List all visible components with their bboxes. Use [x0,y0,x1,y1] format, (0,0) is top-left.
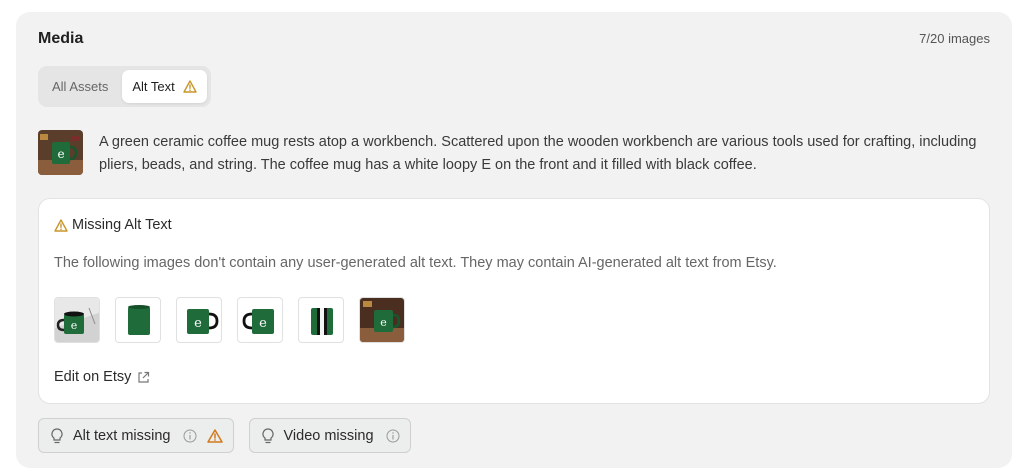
missing-alt-text-heading: Missing Alt Text [54,217,172,233]
external-link-icon [137,371,150,384]
warning-triangle-icon [206,428,223,443]
panel-heading-text: Missing Alt Text [72,217,172,233]
alt-text-row: e A green ceramic coffee mug rests atop … [38,130,988,177]
tab-label: Alt Text [132,79,175,94]
lightbulb-icon [261,427,274,444]
image-thumbnail[interactable] [298,297,344,343]
svg-text:e: e [380,316,387,329]
lightbulb-icon [51,427,63,444]
media-title: Media [38,30,84,47]
badge-label: Alt text missing [73,427,171,444]
svg-text:e: e [57,147,64,161]
warning-triangle-icon [183,80,197,93]
svg-text:e: e [194,316,202,331]
image-thumbnail[interactable]: e [176,297,222,343]
missing-alt-text-message: The following images don't contain any u… [54,255,777,271]
main-image-thumbnail[interactable]: e [38,130,83,175]
tab-alt-text[interactable]: Alt Text [122,70,207,103]
image-thumbnail[interactable]: e [54,297,100,343]
info-icon[interactable] [386,429,400,443]
tab-label: All Assets [52,79,109,94]
svg-text:e: e [71,319,78,332]
alt-text-missing-badge[interactable]: Alt text missing [38,418,234,453]
alt-text-description: A green ceramic coffee mug rests atop a … [99,134,977,173]
info-icon[interactable] [183,429,197,443]
suggestion-badges: Alt text missing Video missing [38,418,411,453]
image-count: 7/20 images [919,31,990,46]
media-tabs: All Assets Alt Text [38,66,211,107]
image-thumbnail[interactable]: e [359,297,405,343]
warning-triangle-icon [54,218,68,232]
missing-image-thumbnails: e e e e [54,297,405,343]
video-missing-badge[interactable]: Video missing [248,418,411,453]
edit-link-label: Edit on Etsy [54,369,132,385]
media-card: Media 7/20 images All Assets Alt Text e … [16,12,1012,468]
svg-text:e: e [259,316,267,331]
badge-label: Video missing [283,427,374,444]
edit-on-etsy-link[interactable]: Edit on Etsy [54,369,150,385]
tab-all-assets[interactable]: All Assets [42,70,118,103]
image-thumbnail[interactable] [115,297,161,343]
missing-alt-text-panel: Missing Alt Text The following images do… [38,198,990,404]
image-thumbnail[interactable]: e [237,297,283,343]
